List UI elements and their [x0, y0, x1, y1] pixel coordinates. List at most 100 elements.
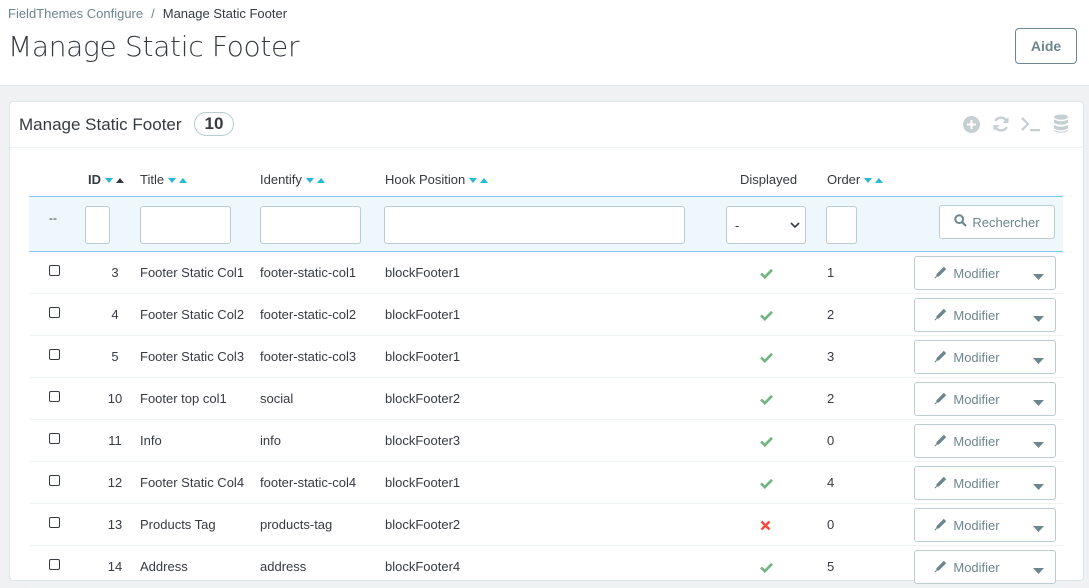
row-hook-position[interactable]: blockFooter1	[385, 307, 460, 322]
filter-id-input[interactable]	[85, 206, 110, 244]
row-id[interactable]: 11	[105, 433, 125, 448]
check-icon[interactable]	[760, 435, 773, 450]
row-id[interactable]: 3	[105, 265, 125, 280]
row-order[interactable]: 5	[827, 559, 834, 574]
sort-icon[interactable]	[469, 177, 489, 184]
row-identify[interactable]: footer-static-col2	[260, 307, 356, 322]
edit-button[interactable]: Modifier	[915, 341, 1019, 373]
edit-button[interactable]: Modifier	[915, 467, 1019, 499]
row-id[interactable]: 13	[105, 517, 125, 532]
row-title[interactable]: Footer Static Col4	[140, 475, 244, 490]
row-order[interactable]: 0	[827, 517, 834, 532]
check-icon[interactable]	[760, 351, 773, 366]
filter-displayed-select[interactable]: -	[726, 206, 806, 244]
check-icon[interactable]	[760, 393, 773, 408]
filter-displayed-value: -	[735, 217, 740, 233]
sort-icon[interactable]	[168, 177, 188, 184]
search-icon	[954, 214, 968, 230]
sort-icon[interactable]	[864, 177, 884, 184]
column-header-identify[interactable]: Identify	[260, 172, 326, 187]
row-id[interactable]: 5	[105, 349, 125, 364]
row-id[interactable]: 14	[105, 559, 125, 574]
row-hook-position[interactable]: blockFooter1	[385, 475, 460, 490]
column-header-hook-position[interactable]: Hook Position	[385, 172, 489, 187]
row-hook-position[interactable]: blockFooter4	[385, 559, 460, 574]
row-hook-position[interactable]: blockFooter2	[385, 391, 460, 406]
caret-down-icon[interactable]	[1033, 563, 1044, 578]
caret-down-icon[interactable]	[1033, 521, 1044, 536]
sql-query-icon[interactable]	[1020, 113, 1042, 135]
row-checkbox[interactable]	[49, 559, 60, 570]
row-id[interactable]: 10	[105, 391, 125, 406]
caret-down-icon[interactable]	[1033, 353, 1044, 368]
row-order[interactable]: 2	[827, 391, 834, 406]
row-checkbox[interactable]	[49, 475, 60, 486]
row-identify[interactable]: social	[260, 391, 293, 406]
help-button[interactable]: Aide	[1015, 28, 1077, 64]
row-checkbox[interactable]	[49, 391, 60, 402]
row-checkbox[interactable]	[49, 517, 60, 528]
row-title[interactable]: Footer Static Col3	[140, 349, 244, 364]
filter-hook-position-input[interactable]	[384, 206, 685, 244]
add-icon[interactable]	[960, 113, 982, 135]
row-hook-position[interactable]: blockFooter1	[385, 265, 460, 280]
database-icon[interactable]	[1050, 113, 1072, 135]
filter-identify-input[interactable]	[260, 206, 361, 244]
row-checkbox[interactable]	[49, 265, 60, 276]
row-order[interactable]: 2	[827, 307, 834, 322]
search-button[interactable]: Rechercher	[939, 205, 1055, 239]
row-title[interactable]: Address	[140, 559, 188, 574]
row-hook-position[interactable]: blockFooter2	[385, 517, 460, 532]
row-identify[interactable]: footer-static-col4	[260, 475, 356, 490]
row-identify[interactable]: footer-static-col3	[260, 349, 356, 364]
row-identify[interactable]: footer-static-col1	[260, 265, 356, 280]
row-title[interactable]: Footer Static Col2	[140, 307, 244, 322]
check-icon[interactable]	[760, 309, 773, 324]
check-icon[interactable]	[760, 267, 773, 282]
sort-icon[interactable]	[305, 177, 326, 184]
cross-icon[interactable]	[760, 519, 771, 534]
edit-button[interactable]: Modifier	[915, 383, 1019, 415]
check-icon[interactable]	[760, 477, 773, 492]
row-order[interactable]: 0	[827, 433, 834, 448]
edit-button[interactable]: Modifier	[915, 299, 1019, 331]
row-checkbox[interactable]	[49, 307, 60, 318]
row-identify[interactable]: info	[260, 433, 281, 448]
row-checkbox[interactable]	[49, 433, 60, 444]
caret-down-icon[interactable]	[1033, 311, 1044, 326]
refresh-icon[interactable]	[990, 113, 1012, 135]
row-title[interactable]: Footer top col1	[140, 391, 227, 406]
row-id[interactable]: 12	[105, 475, 125, 490]
row-hook-position[interactable]: blockFooter1	[385, 349, 460, 364]
edit-button-label: Modifier	[953, 433, 1000, 449]
edit-button[interactable]: Modifier	[915, 551, 1019, 583]
row-order[interactable]: 3	[827, 349, 834, 364]
sort-icon[interactable]	[105, 177, 125, 184]
column-header-order[interactable]: Order	[827, 172, 884, 187]
row-order[interactable]: 1	[827, 265, 834, 280]
row-actions: Modifier	[914, 256, 1056, 290]
filter-title-input[interactable]	[140, 206, 231, 244]
caret-down-icon[interactable]	[1033, 269, 1044, 284]
row-identify[interactable]: address	[260, 559, 306, 574]
check-icon[interactable]	[760, 561, 773, 576]
breadcrumb-parent[interactable]: FieldThemes Configure	[8, 6, 143, 21]
column-header-id[interactable]: ID	[88, 172, 125, 187]
row-hook-position[interactable]: blockFooter3	[385, 433, 460, 448]
caret-down-icon[interactable]	[1033, 437, 1044, 452]
row-title[interactable]: Footer Static Col1	[140, 265, 244, 280]
caret-down-icon[interactable]	[1033, 479, 1044, 494]
pencil-icon	[934, 307, 948, 324]
row-title[interactable]: Products Tag	[140, 517, 216, 532]
edit-button[interactable]: Modifier	[915, 257, 1019, 289]
edit-button[interactable]: Modifier	[915, 509, 1019, 541]
caret-down-icon[interactable]	[1033, 395, 1044, 410]
row-identify[interactable]: products-tag	[260, 517, 332, 532]
column-header-title[interactable]: Title	[140, 172, 188, 187]
edit-button[interactable]: Modifier	[915, 425, 1019, 457]
row-title[interactable]: Info	[140, 433, 162, 448]
row-checkbox[interactable]	[49, 349, 60, 360]
filter-order-input[interactable]	[826, 206, 857, 244]
row-order[interactable]: 4	[827, 475, 834, 490]
row-id[interactable]: 4	[105, 307, 125, 322]
